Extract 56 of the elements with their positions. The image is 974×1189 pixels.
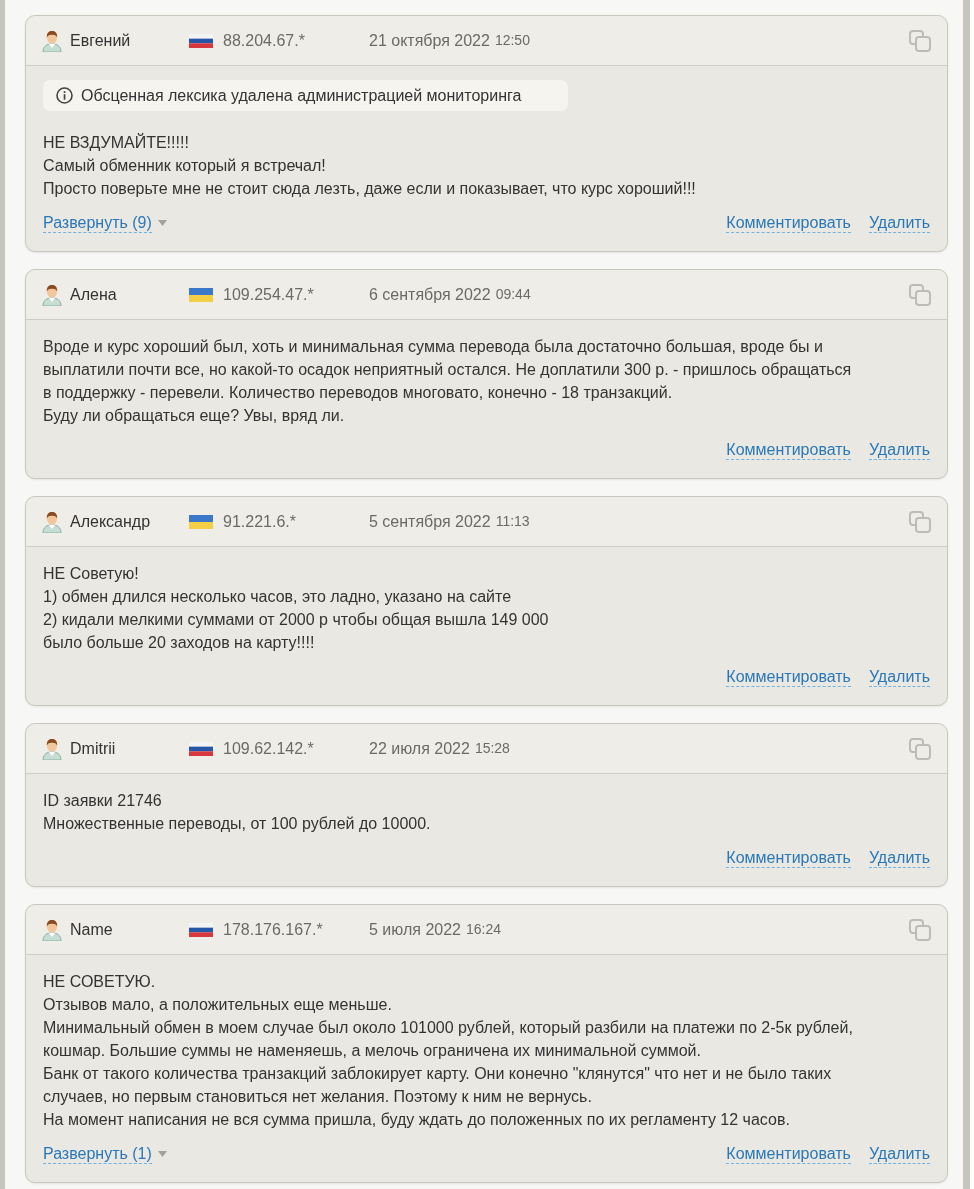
user-avatar-icon bbox=[42, 918, 62, 941]
ip-address: 91.221.6.* bbox=[223, 511, 296, 532]
delete-link[interactable]: Удалить bbox=[868, 1143, 930, 1164]
review-time: 11:13 bbox=[495, 512, 530, 531]
expand-link[interactable]: Развернуть (9) bbox=[43, 212, 152, 233]
user-avatar-icon bbox=[42, 283, 62, 306]
review-time: 15:28 bbox=[474, 739, 510, 758]
ip-address: 109.254.47.* bbox=[223, 284, 314, 305]
flag-icon bbox=[189, 922, 213, 937]
ip-address: 178.176.167.* bbox=[223, 919, 323, 940]
comment-link[interactable]: Комментировать bbox=[726, 439, 851, 460]
user-avatar-icon bbox=[42, 737, 62, 760]
author-name: Name bbox=[70, 919, 113, 940]
ip-address: 88.204.67.* bbox=[223, 30, 305, 51]
user-avatar-icon bbox=[42, 29, 62, 52]
comment-link[interactable]: Комментировать bbox=[726, 212, 851, 233]
comment-link[interactable]: Комментировать bbox=[726, 847, 851, 868]
flag-icon bbox=[189, 287, 213, 302]
review-date: 21 октября 2022 bbox=[369, 30, 490, 51]
review-date: 5 сентября 2022 bbox=[369, 511, 491, 532]
expand-link[interactable]: Развернуть (1) bbox=[43, 1143, 152, 1164]
ip-address: 109.62.142.* bbox=[223, 738, 314, 759]
comment-link[interactable]: Комментировать bbox=[726, 666, 851, 687]
info-icon bbox=[56, 87, 73, 104]
author-name: Алена bbox=[70, 284, 117, 305]
review-text: НЕ ВЗДУМАЙТЕ!!!!! Самый обменник который я встречал! Просто поверьте мне не стоит сюда лезть, даже если и показывает, что курс хороший!!! bbox=[43, 132, 697, 199]
delete-link[interactable]: Удалить bbox=[868, 666, 930, 687]
caret-down-icon bbox=[157, 219, 167, 226]
review-time: 12:50 bbox=[494, 31, 530, 50]
author-name: Евгений bbox=[70, 30, 131, 51]
caret-down-icon bbox=[157, 1150, 167, 1157]
review-date: 6 сентября 2022 bbox=[369, 284, 491, 305]
notice-text: Обсценная лексика удалена администрацией мониторинга bbox=[81, 85, 522, 106]
flag-icon bbox=[189, 514, 213, 529]
review-time: 16:24 bbox=[465, 920, 501, 939]
flag-icon bbox=[189, 33, 213, 48]
copy-icon[interactable] bbox=[909, 918, 931, 941]
review-time: 09:44 bbox=[495, 285, 531, 304]
review-text: Вроде и курс хороший был, хоть и минимальная сумма перевода была достаточно большая, вроде бы и выплатили почти все, но какой-то осадок неприятный остался. Не доплатили 300 р. - пришлось обращаться в поддержку - перевели. Количество переводов многовато, конечно - 18 транзакций. Буду ли обращаться еще? Увы, вряд ли. bbox=[43, 337, 853, 426]
review-date: 5 июля 2022 bbox=[369, 919, 461, 940]
copy-icon[interactable] bbox=[909, 510, 931, 533]
review-text: НЕ Советую! 1) обмен длился несколько часов, это ладно, указано на сайте 2) кидали мелкими суммами от 2000 р чтобы общая вышла 149 000 было больше 20 заходов на карту!!!! bbox=[43, 564, 550, 653]
review-text: ID заявки 21746 Множественные переводы, от 100 рублей до 10000. bbox=[43, 791, 432, 834]
user-avatar-icon bbox=[42, 510, 62, 533]
review-date: 22 июля 2022 bbox=[369, 738, 470, 759]
delete-link[interactable]: Удалить bbox=[868, 439, 930, 460]
comment-link[interactable]: Комментировать bbox=[726, 1143, 851, 1164]
review-text: НЕ СОВЕТУЮ. Отзывов мало, а положительных еще меньше. Минимальный обмен в моем случае был около 101000 рублей, который разбили на платежи по 2-5к рублей, кошмар. Большие суммы не наменяешь, а мелочь ограничена их минимальной суммой. Банк от такого количества транзакций заблокирует карту. Они конечно "клянутся" что нет и не было таких случаев, но первым становиться нет желания. Поэтому к ним не вернусь. На момент написания не вся сумма пришла, буду ждать до положенных по их регламенту 12 часов. bbox=[43, 972, 854, 1130]
copy-icon[interactable] bbox=[909, 283, 931, 306]
delete-link[interactable]: Удалить bbox=[868, 847, 930, 868]
author-name: Александр bbox=[70, 511, 151, 532]
copy-icon[interactable] bbox=[909, 29, 931, 52]
delete-link[interactable]: Удалить bbox=[868, 212, 930, 233]
flag-icon bbox=[189, 741, 213, 756]
copy-icon[interactable] bbox=[909, 737, 931, 760]
author-name: Dmitrii bbox=[70, 738, 116, 759]
